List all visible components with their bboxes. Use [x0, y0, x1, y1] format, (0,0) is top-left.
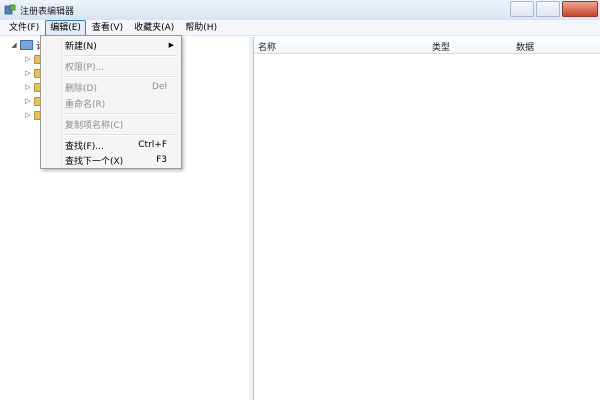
- menu-item-label: 查找下一个(X): [65, 156, 124, 167]
- menu-item-new[interactable]: 新建(N) ▶: [43, 37, 179, 53]
- expand-arrow-icon[interactable]: ▷: [24, 97, 32, 105]
- window-title: 注册表编辑器: [20, 6, 75, 17]
- menu-bar: 文件(F) 编辑(E) 查看(V) 收藏夹(A) 帮助(H): [0, 19, 600, 36]
- menu-item-shortcut: Del: [152, 82, 167, 92]
- list-header: 名称 类型 数据: [254, 37, 600, 54]
- submenu-arrow-icon: ▶: [168, 41, 174, 49]
- menu-file[interactable]: 文件(F): [4, 20, 44, 36]
- menu-separator: [63, 134, 177, 136]
- menu-view[interactable]: 查看(V): [87, 20, 128, 36]
- edit-menu-dropdown: 新建(N) ▶ 权限(P)... 删除(D) Del 重命名(R) 复制项名称(…: [40, 35, 182, 169]
- minimize-button[interactable]: [510, 1, 534, 17]
- column-header-data[interactable]: 数据: [516, 40, 534, 53]
- menu-item-label: 重命名(R): [65, 99, 106, 110]
- title-bar: 注册表编辑器: [0, 0, 600, 21]
- close-button[interactable]: [562, 1, 598, 17]
- menu-item-copy-key-name[interactable]: 复制项名称(C): [43, 116, 179, 132]
- menu-item-label: 权限(P)...: [65, 62, 105, 73]
- expand-arrow-icon[interactable]: ▷: [24, 55, 32, 63]
- regedit-icon: [4, 4, 16, 16]
- values-list-pane[interactable]: 名称 类型 数据: [254, 37, 600, 400]
- menu-item-label: 复制项名称(C): [65, 120, 124, 131]
- computer-icon: [20, 40, 33, 50]
- window-controls: [510, 1, 598, 17]
- menu-item-find-next[interactable]: 查找下一个(X) F3: [43, 152, 179, 168]
- menu-separator: [63, 113, 177, 115]
- expand-arrow-icon[interactable]: ▷: [24, 83, 32, 91]
- menu-item-rename[interactable]: 重命名(R): [43, 95, 179, 111]
- menu-item-find[interactable]: 查找(F)... Ctrl+F: [43, 137, 179, 153]
- column-header-name[interactable]: 名称: [258, 40, 276, 53]
- menu-item-label: 删除(D): [65, 83, 97, 94]
- menu-item-permissions[interactable]: 权限(P)...: [43, 58, 179, 74]
- menu-item-shortcut: F3: [156, 155, 167, 165]
- menu-favorites[interactable]: 收藏夹(A): [129, 20, 179, 36]
- column-header-type[interactable]: 类型: [432, 40, 450, 53]
- menu-item-label: 新建(N): [65, 41, 97, 52]
- expand-arrow-icon[interactable]: ▷: [24, 69, 32, 77]
- menu-separator: [63, 55, 177, 57]
- menu-edit[interactable]: 编辑(E): [45, 19, 86, 36]
- collapse-arrow-icon[interactable]: ◢: [10, 41, 18, 49]
- menu-item-label: 查找(F)...: [65, 141, 104, 152]
- maximize-button[interactable]: [536, 1, 560, 17]
- menu-help[interactable]: 帮助(H): [180, 20, 222, 36]
- expand-arrow-icon[interactable]: ▷: [24, 111, 32, 119]
- menu-separator: [63, 76, 177, 78]
- menu-item-shortcut: Ctrl+F: [138, 140, 167, 150]
- menu-item-delete[interactable]: 删除(D) Del: [43, 79, 179, 95]
